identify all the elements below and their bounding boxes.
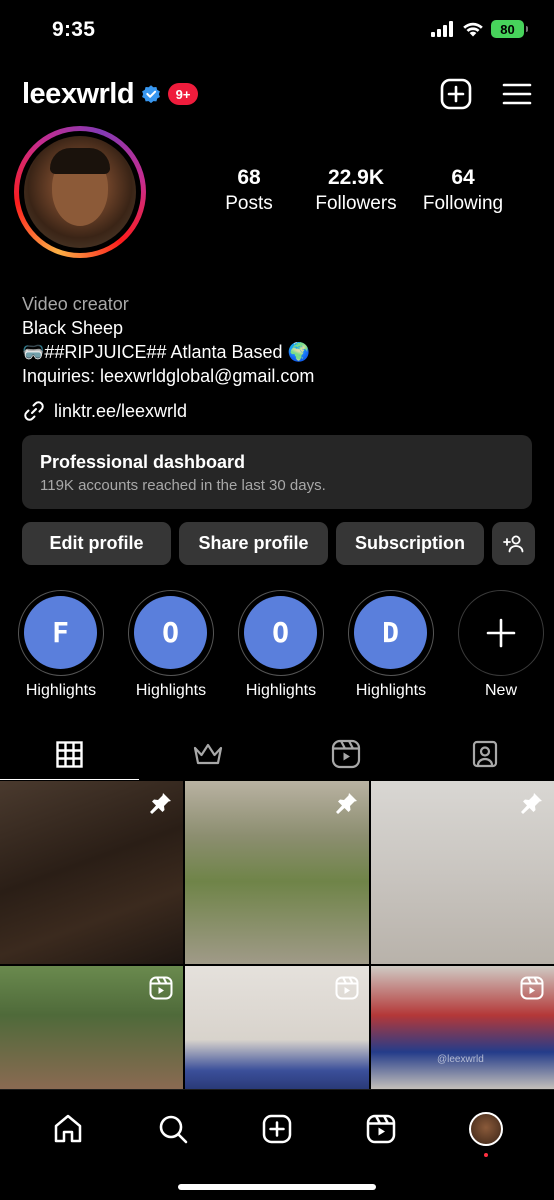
stat-label: Following xyxy=(422,193,504,214)
add-person-icon xyxy=(502,535,523,552)
stat-posts[interactable]: 68 Posts xyxy=(190,166,308,215)
home-icon xyxy=(54,1114,82,1143)
bio-line: Black Sheep xyxy=(22,318,124,338)
story-highlights: F Highlights O Highlights O Highlights D… xyxy=(18,590,544,700)
nav-profile[interactable] xyxy=(464,1107,508,1157)
highlight-item[interactable]: O Highlights xyxy=(128,590,214,700)
post-thumbnail[interactable] xyxy=(0,966,183,1089)
post-thumbnail[interactable] xyxy=(185,966,369,1089)
header-actions xyxy=(440,78,532,110)
edit-profile-button[interactable]: Edit profile xyxy=(22,522,171,565)
tab-tagged[interactable] xyxy=(416,728,554,780)
reels-icon xyxy=(332,739,361,769)
profile-stats: 68 Posts 22.9K Followers 64 Following xyxy=(190,166,522,215)
stat-followers[interactable]: 22.9K Followers xyxy=(308,166,404,215)
profile-actions: Edit profile Share profile Subscription xyxy=(22,522,535,565)
new-highlight-button[interactable]: New xyxy=(458,590,544,700)
status-icons: 80 xyxy=(431,20,528,38)
highlight-label: Highlights xyxy=(355,682,427,699)
bio-line: 🥽##RIPJUICE## Atlanta Based 🌍 xyxy=(22,342,310,362)
reels-icon xyxy=(367,1114,396,1144)
highlight-cover: D xyxy=(354,596,427,669)
highlight-item[interactable]: D Highlights xyxy=(348,590,434,700)
link-icon xyxy=(24,401,44,421)
signal-icon xyxy=(431,21,453,37)
discover-people-button[interactable] xyxy=(492,522,535,565)
bio-link[interactable]: linktr.ee/leexwrld xyxy=(22,399,187,423)
bottom-nav xyxy=(0,1089,554,1200)
bio-line: Inquiries: leexwrldglobal@gmail.com xyxy=(22,366,315,386)
search-icon xyxy=(159,1115,187,1144)
tab-reels[interactable] xyxy=(277,728,416,780)
post-thumbnail[interactable] xyxy=(371,781,554,964)
avatar-photo xyxy=(24,136,136,248)
tagged-user-icon xyxy=(472,740,497,768)
crown-icon xyxy=(193,743,222,765)
subscription-button[interactable]: Subscription xyxy=(336,522,484,565)
highlight-item[interactable]: O Highlights xyxy=(238,590,324,700)
watermark-text: @leexwrld xyxy=(437,1054,484,1065)
activity-dot xyxy=(483,1153,488,1157)
reel-badge-icon xyxy=(520,976,544,1000)
status-bar: 9:35 80 xyxy=(0,0,554,60)
post-thumbnail[interactable] xyxy=(185,781,369,964)
status-time: 9:35 xyxy=(52,18,96,41)
highlight-cover: O xyxy=(134,596,207,669)
highlight-label: Highlights xyxy=(25,682,97,699)
stat-value: 68 xyxy=(237,166,261,189)
highlight-cover: F xyxy=(24,596,97,669)
profile-avatar-small xyxy=(468,1112,503,1146)
pinned-icon xyxy=(336,793,357,814)
nav-reels[interactable] xyxy=(359,1107,403,1151)
nav-create[interactable] xyxy=(255,1107,299,1151)
nav-search[interactable] xyxy=(151,1107,195,1151)
stat-value: 64 xyxy=(451,166,475,189)
username[interactable]: leexwrld xyxy=(22,78,135,111)
profile-avatar[interactable] xyxy=(14,126,146,258)
highlight-cover: O xyxy=(244,596,317,669)
profile-header: leexwrld 9+ xyxy=(22,72,532,116)
battery-icon: 80 xyxy=(491,20,528,38)
notification-badge[interactable]: 9+ xyxy=(168,83,199,105)
post-thumbnail[interactable] xyxy=(0,781,183,964)
profile-tabs xyxy=(0,728,554,780)
highlight-label: New xyxy=(484,682,517,699)
highlight-item[interactable]: F Highlights xyxy=(18,590,104,700)
post-thumbnail[interactable]: @leexwrld xyxy=(371,966,554,1089)
dashboard-title: Professional dashboard xyxy=(40,452,246,472)
tab-subscriptions[interactable] xyxy=(139,728,278,780)
professional-dashboard[interactable]: Professional dashboard 119K accounts rea… xyxy=(22,435,532,509)
stat-label: Posts xyxy=(225,193,273,214)
bio-category: Video creator xyxy=(22,294,129,314)
pinned-icon xyxy=(521,793,542,814)
posts-grid: @leexwrld xyxy=(0,781,554,1089)
wifi-icon xyxy=(463,22,483,37)
nav-home[interactable] xyxy=(46,1107,90,1151)
pinned-icon xyxy=(150,793,171,814)
verified-badge-icon xyxy=(142,85,160,104)
menu-icon[interactable] xyxy=(502,82,532,106)
share-profile-button[interactable]: Share profile xyxy=(179,522,328,565)
stat-label: Followers xyxy=(315,193,397,214)
create-post-icon[interactable] xyxy=(440,78,472,110)
create-icon xyxy=(262,1114,292,1144)
highlight-label: Highlights xyxy=(135,682,207,699)
plus-icon xyxy=(486,618,516,648)
tab-posts-grid[interactable] xyxy=(0,728,139,780)
highlight-label: Highlights xyxy=(245,682,317,699)
home-indicator xyxy=(178,1184,376,1190)
dashboard-subtitle: 119K accounts reached in the last 30 day… xyxy=(40,477,326,494)
reel-badge-icon xyxy=(335,976,359,1000)
stat-value: 22.9K xyxy=(327,166,385,189)
stat-following[interactable]: 64 Following xyxy=(404,166,522,215)
bio-link-text: linktr.ee/leexwrld xyxy=(54,400,188,421)
grid-icon xyxy=(56,740,83,768)
bio: Video creator Black Sheep 🥽##RIPJUICE## … xyxy=(22,292,314,388)
reel-badge-icon xyxy=(149,976,173,1000)
